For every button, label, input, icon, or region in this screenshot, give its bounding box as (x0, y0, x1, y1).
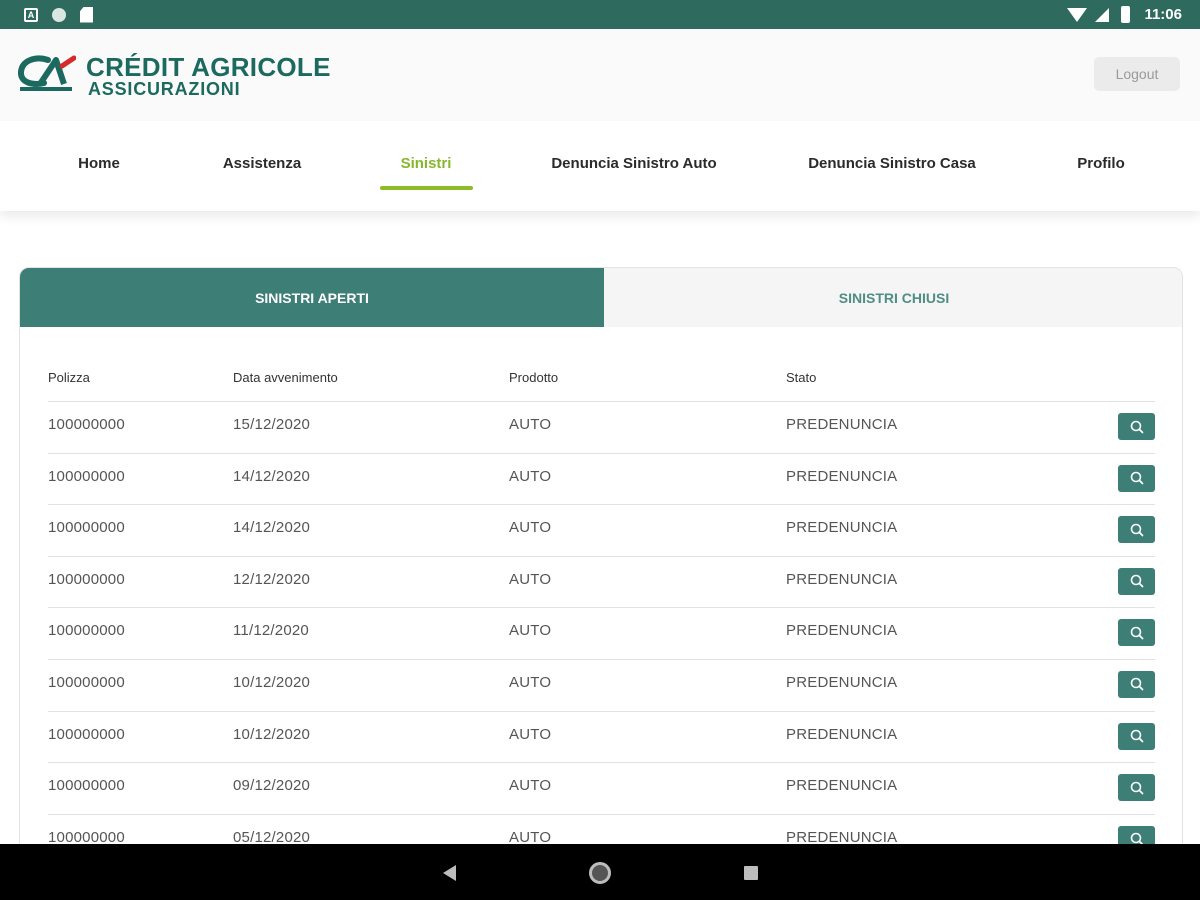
cell-data: 09/12/2020 (233, 777, 311, 795)
home-icon[interactable] (589, 862, 611, 884)
view-claim-button[interactable] (1118, 619, 1155, 647)
cell-prodotto: AUTO (509, 777, 552, 795)
cell-prodotto: AUTO (509, 725, 552, 743)
cell-polizza: 100000000 (48, 467, 125, 485)
app-header: CRÉDIT AGRICOLE ASSICURAZIONI Logout (0, 29, 1200, 121)
cell-stato: PREDENUNCIA (786, 467, 898, 485)
cell-data: 15/12/2020 (233, 416, 311, 433)
nav-item-sinistri[interactable]: Sinistri (401, 155, 452, 172)
cell-data: 14/12/2020 (233, 467, 311, 485)
cell-stato: PREDENUNCIA (786, 570, 898, 588)
cell-polizza: 100000000 (48, 570, 125, 588)
cell-stato: PREDENUNCIA (786, 777, 898, 795)
cell-polizza: 100000000 (48, 725, 125, 743)
claims-table: Polizza Data avvenimento Prodotto Stato … (48, 368, 1155, 867)
nav-item-assistenza[interactable]: Assistenza (223, 155, 301, 172)
cell-prodotto: AUTO (509, 622, 552, 640)
logo-title: CRÉDIT AGRICOLE (86, 52, 331, 82)
sd-card-icon (80, 6, 93, 23)
nav-item-profilo[interactable]: Profilo (1077, 155, 1125, 172)
header-polizza: Polizza (48, 370, 90, 385)
view-claim-button[interactable] (1118, 670, 1155, 698)
view-claim-button[interactable] (1118, 722, 1155, 750)
system-indicators: 11:06 (1067, 6, 1182, 23)
recents-icon[interactable] (744, 866, 758, 880)
cell-polizza: 100000000 (48, 416, 125, 433)
cell-polizza: 100000000 (48, 777, 125, 795)
cell-stato: PREDENUNCIA (786, 519, 898, 537)
table-row: 100000000 10/12/2020 AUTO PREDENUNCIA (48, 712, 1155, 764)
search-icon (1130, 523, 1143, 537)
table-row: 100000000 14/12/2020 AUTO PREDENUNCIA (48, 454, 1155, 506)
table-row: 100000000 14/12/2020 AUTO PREDENUNCIA (48, 505, 1155, 557)
cell-stato: PREDENUNCIA (786, 416, 898, 433)
cell-data: 11/12/2020 (233, 622, 309, 640)
system-nav-bar (0, 844, 1200, 900)
view-claim-button[interactable] (1118, 413, 1155, 440)
search-icon (1130, 678, 1143, 691)
cell-stato: PREDENUNCIA (786, 673, 898, 691)
tab-sinistri-chiusi[interactable]: SINISTRI CHIUSI (604, 268, 1182, 327)
cell-polizza: 100000000 (48, 519, 125, 537)
notification-a-icon: A (24, 7, 38, 22)
cell-prodotto: AUTO (509, 673, 552, 691)
claims-card: SINISTRI APERTI SINISTRI CHIUSI Polizza … (19, 267, 1183, 887)
search-icon (1130, 781, 1143, 795)
status-bar: A 11:06 (0, 0, 1200, 29)
search-icon (1130, 729, 1143, 743)
table-header: Polizza Data avvenimento Prodotto Stato (48, 368, 1155, 402)
notification-icons: A (24, 6, 93, 23)
nav-item-denuncia-auto[interactable]: Denuncia Sinistro Auto (551, 155, 716, 172)
logout-button[interactable]: Logout (1094, 57, 1180, 91)
ca-logo-icon (18, 54, 77, 94)
cell-prodotto: AUTO (509, 467, 552, 485)
cell-polizza: 100000000 (48, 673, 125, 691)
cell-stato: PREDENUNCIA (786, 622, 898, 640)
search-icon (1130, 471, 1143, 485)
header-data-avvenimento: Data avvenimento (233, 370, 338, 385)
logo-subtitle: ASSICURAZIONI (88, 79, 241, 99)
brand-logo[interactable]: CRÉDIT AGRICOLE ASSICURAZIONI (18, 54, 331, 98)
cell-data: 12/12/2020 (233, 570, 311, 588)
table-row: 100000000 09/12/2020 AUTO PREDENUNCIA (48, 763, 1155, 815)
notification-circle-icon (52, 7, 66, 22)
header-prodotto: Prodotto (509, 370, 559, 385)
header-stato: Stato (786, 370, 817, 385)
cell-prodotto: AUTO (509, 416, 552, 433)
search-icon (1130, 420, 1143, 433)
main-nav: Home Assistenza Sinistri Denuncia Sinist… (0, 121, 1200, 211)
table-row: 100000000 11/12/2020 AUTO PREDENUNCIA (48, 608, 1155, 660)
nav-item-home[interactable]: Home (78, 155, 120, 172)
nav-item-denuncia-casa[interactable]: Denuncia Sinistro Casa (808, 155, 976, 172)
search-icon (1130, 626, 1143, 640)
cell-data: 14/12/2020 (233, 519, 311, 537)
view-claim-button[interactable] (1118, 567, 1155, 595)
table-row: 100000000 12/12/2020 AUTO PREDENUNCIA (48, 557, 1155, 609)
cell-data: 10/12/2020 (233, 725, 311, 743)
cell-polizza: 100000000 (48, 622, 125, 640)
cell-stato: PREDENUNCIA (786, 725, 898, 743)
view-claim-button[interactable] (1118, 774, 1155, 802)
claims-tabs: SINISTRI APERTI SINISTRI CHIUSI (20, 268, 1182, 327)
back-icon[interactable] (443, 865, 456, 881)
table-row: 100000000 15/12/2020 AUTO PREDENUNCIA (48, 402, 1155, 454)
clock: 11:06 (1144, 6, 1182, 23)
cell-prodotto: AUTO (509, 519, 552, 537)
view-claim-button[interactable] (1118, 516, 1155, 544)
battery-icon (1121, 6, 1131, 23)
active-nav-indicator (380, 186, 473, 190)
signal-icon (1095, 7, 1110, 22)
search-icon (1130, 574, 1143, 588)
cell-data: 10/12/2020 (233, 673, 311, 691)
logo-wordmark: CRÉDIT AGRICOLE ASSICURAZIONI (86, 54, 331, 98)
table-row: 100000000 10/12/2020 AUTO PREDENUNCIA (48, 660, 1155, 712)
tab-sinistri-aperti[interactable]: SINISTRI APERTI (20, 268, 604, 327)
wifi-icon (1067, 7, 1088, 22)
cell-prodotto: AUTO (509, 570, 552, 588)
table-body: 100000000 15/12/2020 AUTO PREDENUNCIA 100000… (48, 402, 1155, 867)
view-claim-button[interactable] (1118, 464, 1155, 492)
